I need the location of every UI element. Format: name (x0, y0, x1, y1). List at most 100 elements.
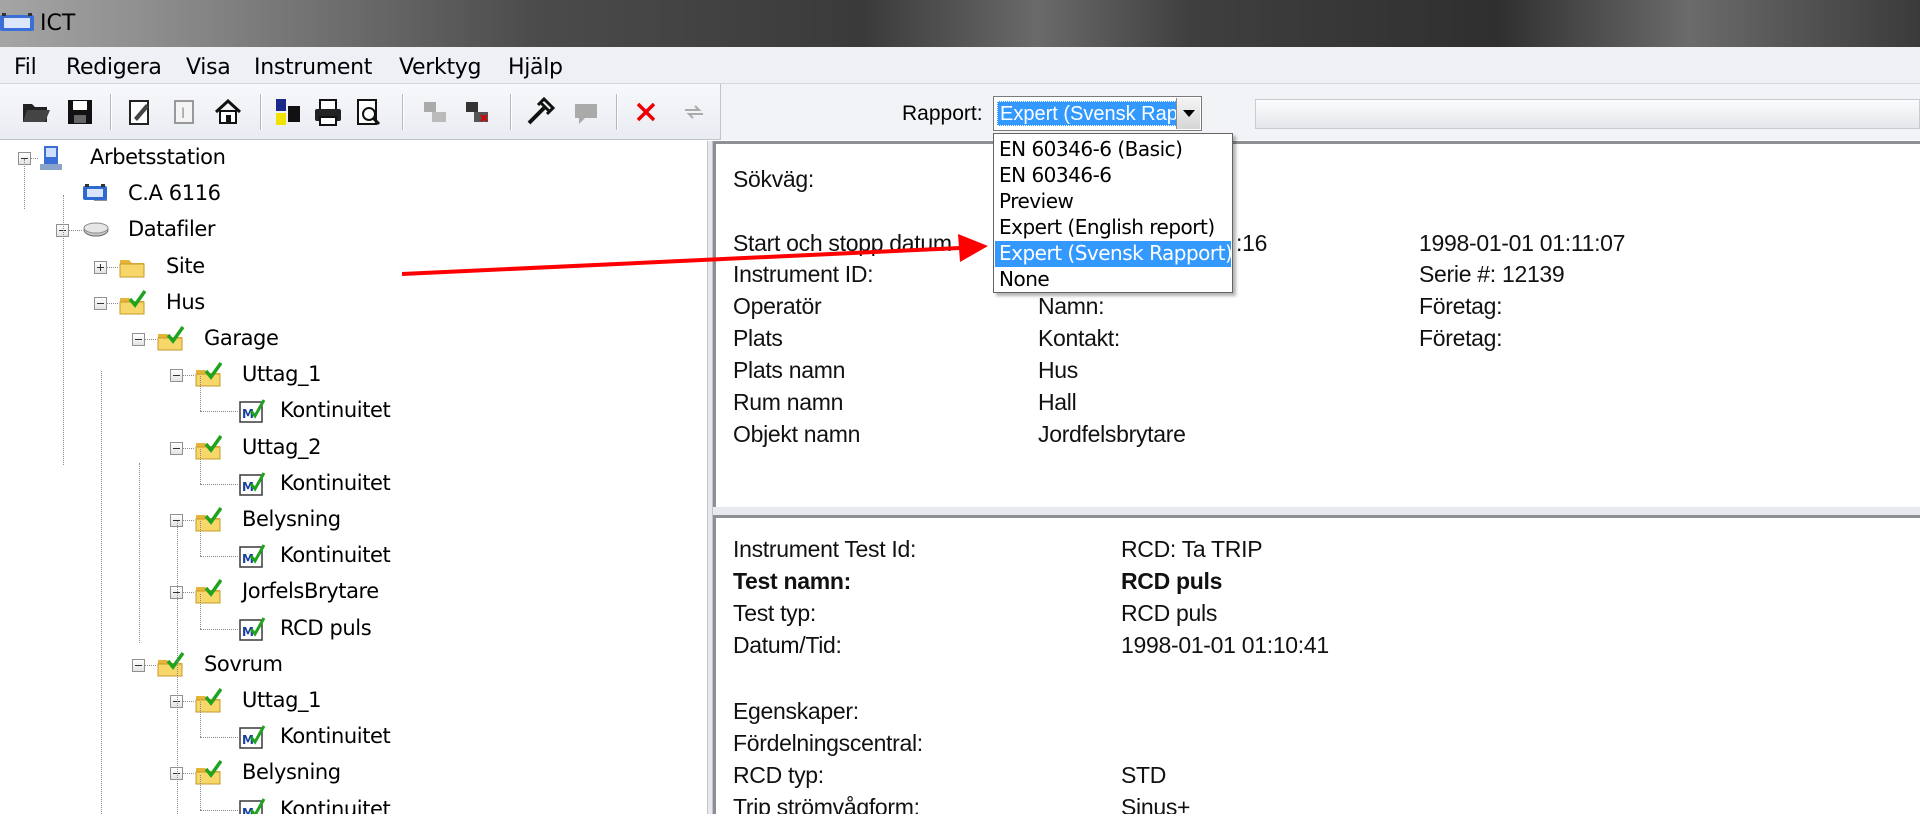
collapse-icon[interactable] (94, 296, 107, 310)
print-icon[interactable] (312, 96, 344, 128)
delete-instrument-icon[interactable] (462, 96, 494, 128)
rapport-select[interactable]: Expert (Svensk Rap (993, 96, 1202, 131)
tree-connector (183, 520, 194, 521)
rapport-label: Rapport: (902, 102, 983, 125)
print-preview-icon[interactable] (352, 96, 384, 128)
tools-icon[interactable] (524, 96, 556, 128)
tree-connector (139, 463, 140, 643)
tree-connector (63, 195, 64, 465)
test-namn-value: RCD puls (1121, 568, 1223, 594)
tree-node[interactable]: M Kontinuitet (0, 702, 700, 754)
tree-node[interactable]: M Kontinuitet (0, 448, 700, 501)
expand-icon[interactable] (94, 260, 107, 274)
rapport-option-selected[interactable]: Expert (Svensk Rapport) (995, 241, 1233, 267)
tree-node[interactable]: Uttag_2 (0, 431, 700, 465)
tree-connector (200, 702, 201, 738)
test-typ-value: RCD puls (1121, 600, 1218, 626)
tree-connector (24, 159, 25, 209)
tree-node[interactable]: Belysning (0, 503, 700, 537)
rapport-option[interactable]: None (995, 267, 1231, 293)
tree-connector (69, 230, 82, 232)
tree-node-label: Kontinuitet (280, 724, 391, 749)
toolbar-separator (260, 94, 262, 130)
tree-node-label: Uttag_1 (242, 688, 322, 712)
measurement-icon: M (239, 616, 266, 641)
tree-node[interactable]: Uttag_1 (0, 358, 700, 392)
toolbar-separator (510, 94, 512, 130)
edit-document-icon[interactable] (124, 96, 156, 128)
tree-connector (200, 411, 238, 413)
test-namn-label: Test namn: (733, 568, 851, 594)
tree-connector (107, 302, 118, 304)
close-icon[interactable] (630, 96, 662, 128)
tree-node[interactable]: Belysning (0, 756, 700, 790)
chevron-down-icon[interactable] (1176, 98, 1200, 129)
folder-checked-icon (195, 579, 222, 604)
tree-connector (200, 376, 201, 412)
collapse-icon[interactable] (132, 333, 145, 346)
transfer-icon[interactable] (272, 96, 304, 128)
rapport-option[interactable]: Preview (995, 189, 1231, 215)
tree-connector (200, 483, 238, 485)
tree-node[interactable]: M Kontinuitet (0, 774, 700, 814)
tree-connector (200, 448, 201, 484)
serie-label: Serie #: 12139 (1419, 261, 1565, 287)
home-icon[interactable] (212, 96, 244, 128)
tree-node[interactable]: M Kontinuitet (0, 521, 700, 573)
tree-node[interactable]: Site (0, 250, 700, 284)
save-icon[interactable] (64, 96, 96, 128)
stop-value: 1998-01-01 01:11:07 (1419, 230, 1626, 256)
start-value: :16 (1236, 230, 1268, 256)
tree-node[interactable]: Garage (0, 322, 700, 356)
collapse-icon[interactable] (132, 658, 145, 672)
tree-node[interactable]: M RCD puls (0, 593, 700, 646)
tree-connector (200, 521, 201, 557)
rapport-option[interactable]: Expert (English report) (995, 215, 1231, 241)
tree-node-label: Kontinuitet (280, 796, 391, 814)
tree-node-label: Sovrum (204, 651, 283, 676)
collapse-icon[interactable] (170, 369, 183, 383)
kontakt-label: Kontakt: (1038, 325, 1120, 351)
menu-visa[interactable]: Visa (186, 55, 231, 80)
tree-node[interactable]: JorfelsBrytare (0, 575, 700, 609)
folder-checked-icon (195, 362, 222, 387)
toolbar-strip (1255, 99, 1920, 129)
tree-node-label: Site (166, 253, 205, 278)
rum-namn-label: Rum namn (733, 389, 844, 415)
menu-instrument[interactable]: Instrument (254, 55, 372, 80)
collapse-icon[interactable] (170, 441, 183, 455)
rapport-selected-value[interactable]: Expert (Svensk Rap (997, 101, 1177, 126)
tree-connector (200, 556, 238, 558)
tree-node-label: JorfelsBrytare (242, 579, 379, 604)
tree-view[interactable]: Arbetsstation C.A 6116 Datafiler Site Hus Gar… (0, 141, 707, 814)
tree-node[interactable]: C.A 6116 (0, 177, 700, 211)
open-folder-icon[interactable] (20, 96, 52, 128)
instrument-test-id-value: RCD: Ta TRIP (1121, 536, 1263, 562)
ict-application-window: ICT Fil Redigera Visa Instrument Verktyg… (0, 0, 1920, 814)
folder-checked-icon (195, 506, 222, 532)
menu-fil[interactable]: Fil (14, 55, 37, 80)
menu-redigera[interactable]: Redigera (66, 55, 162, 80)
help-icon (575, 104, 597, 124)
tree-node-label: Belysning (242, 507, 341, 531)
tree-node[interactable]: Sovrum (0, 648, 700, 682)
info-panel: Sökväg: Start och stopp datum :16 1998-0… (713, 141, 1920, 507)
measurement-icon: M (239, 797, 266, 814)
tree-node-label: Arbetsstation (90, 145, 226, 169)
tree-node[interactable]: Arbetsstation (0, 141, 700, 175)
tree-node[interactable]: Uttag_1 (0, 684, 700, 718)
workstation-icon (40, 146, 62, 170)
menu-hjalp[interactable]: Hjälp (508, 55, 563, 80)
rapport-option[interactable]: EN 60346-6 (995, 163, 1231, 189)
rapport-option[interactable]: EN 60346-6 (Basic) (995, 137, 1231, 163)
menu-bar: Fil Redigera Visa Instrument Verktyg Hjä… (0, 47, 1920, 84)
tree-node[interactable]: Datafiler (0, 213, 700, 247)
toolbar-separator (402, 94, 404, 130)
tree-node[interactable]: M Kontinuitet (0, 376, 700, 428)
title-bar[interactable]: ICT (0, 0, 1920, 47)
menu-verktyg[interactable]: Verktyg (399, 55, 481, 80)
tree-node-label: Datafiler (128, 217, 216, 242)
rcd-typ-value: STD (1121, 762, 1167, 788)
horizontal-splitter[interactable] (713, 507, 1920, 515)
tree-node[interactable]: Hus (0, 286, 700, 320)
